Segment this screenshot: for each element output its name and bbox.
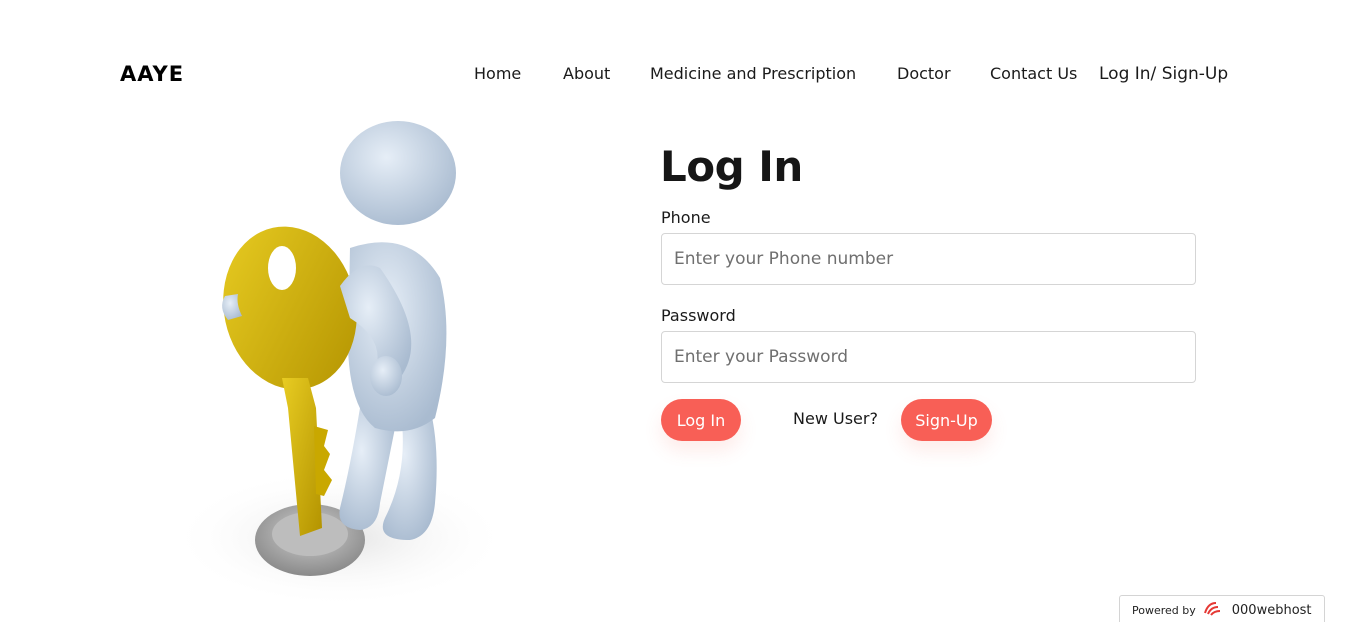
powered-by-badge[interactable]: Powered by 000webhost (1119, 595, 1325, 622)
new-user-text: New User? (793, 409, 878, 428)
webhost-logo-icon (1202, 599, 1226, 621)
signup-button[interactable]: Sign-Up (901, 399, 992, 441)
nav-about[interactable]: About (563, 64, 610, 83)
nav-medicine[interactable]: Medicine and Prescription (650, 64, 856, 83)
nav-doctor[interactable]: Doctor (897, 64, 951, 83)
page-title: Log In (660, 142, 803, 191)
person-holding-key-icon (110, 108, 550, 622)
brand-logo[interactable]: AAYE (120, 62, 184, 86)
nav-home[interactable]: Home (474, 64, 521, 83)
login-page: AAYE Home About Medicine and Prescriptio… (0, 0, 1347, 622)
phone-input[interactable] (661, 233, 1196, 285)
nav-login-signup[interactable]: Log In/ Sign-Up (1099, 64, 1228, 84)
powered-by-text: Powered by (1132, 603, 1196, 617)
phone-label: Phone (661, 208, 711, 227)
webhost-name: 000webhost (1231, 602, 1312, 618)
login-button[interactable]: Log In (661, 399, 741, 441)
password-label: Password (661, 306, 736, 325)
password-input[interactable] (661, 331, 1196, 383)
nav-contact[interactable]: Contact Us (990, 64, 1077, 83)
